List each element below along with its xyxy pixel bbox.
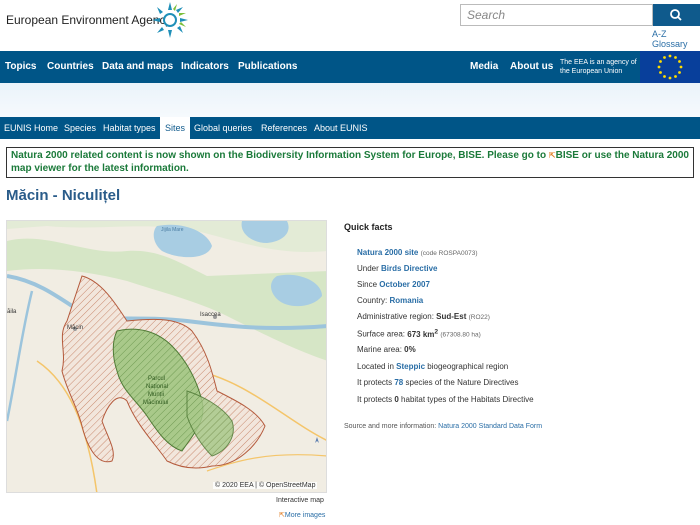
search-icon xyxy=(670,9,682,21)
species-count-link[interactable]: 78 xyxy=(394,378,403,387)
subnav-sites[interactable]: Sites xyxy=(160,117,191,139)
header-band xyxy=(0,83,700,117)
standard-data-form-link[interactable]: Natura 2000 Standard Data Form xyxy=(438,423,542,430)
main-navigation: Topics Countries Data and maps Indicator… xyxy=(0,51,700,83)
subnav-species[interactable]: Species xyxy=(64,117,96,139)
fact-habitats: It protects 0 habitat types of the Habit… xyxy=(357,395,534,404)
map-label-braila: ăila xyxy=(7,309,17,315)
map-caption[interactable]: Interactive map xyxy=(276,497,324,504)
fact-region: Administrative region: Sud-Est (RO22) xyxy=(357,312,490,321)
search-input[interactable]: Search xyxy=(460,4,653,26)
fact-country: Country: Romania xyxy=(357,296,424,305)
nav-about-us[interactable]: About us xyxy=(510,51,553,83)
eunis-navigation: EUNIS Home Species Habitat types Sites G… xyxy=(0,117,700,139)
fact-marine: Marine area: 0% xyxy=(357,345,416,354)
map-canvas[interactable] xyxy=(7,221,327,493)
nav-countries[interactable]: Countries xyxy=(47,51,94,83)
subnav-global-queries[interactable]: Global queries xyxy=(194,117,252,139)
map-label-macin: Măcin xyxy=(67,325,84,331)
fact-surface: Surface area: 673 km2 (67308.80 ha) xyxy=(357,328,481,339)
map-label-lake: Jijila Mare xyxy=(161,227,184,233)
notice-text: Natura 2000 related content is now shown… xyxy=(11,150,549,161)
site-code: (code ROSPA0073) xyxy=(420,250,478,257)
nav-media[interactable]: Media xyxy=(470,51,498,83)
eu-flag-icon xyxy=(640,51,700,83)
since-value: October 2007 xyxy=(379,280,430,289)
nav-topics[interactable]: Topics xyxy=(5,51,36,83)
more-images-link[interactable]: ⇱More images xyxy=(279,511,325,519)
subnav-about-eunis[interactable]: About EUNIS xyxy=(314,117,368,139)
interactive-map[interactable]: ăila Măcin Isaccea Jijila Mare Parcul Na… xyxy=(6,220,327,493)
subnav-eunis-home[interactable]: EUNIS Home xyxy=(4,117,58,139)
fact-site-type: Natura 2000 site (code ROSPA0073) xyxy=(357,248,478,257)
site-header: European Environment Agency Search A-Z G… xyxy=(0,0,700,50)
map-label-isaccea: Isaccea xyxy=(200,312,221,318)
country-link[interactable]: Romania xyxy=(389,296,423,305)
map-label-parcul: Parcul xyxy=(148,376,166,382)
fact-since: Since October 2007 xyxy=(357,280,430,289)
surface-value: 673 km2 xyxy=(407,328,439,339)
map-label-muntii: Munții xyxy=(148,392,165,398)
directive-link[interactable]: Birds Directive xyxy=(381,264,437,273)
eea-logo-icon[interactable] xyxy=(150,0,190,40)
map-label-macinului: Măcinului xyxy=(143,400,169,406)
region-value: Sud-Est xyxy=(436,312,467,321)
fact-biogeo: Located in Steppic biogeographical regio… xyxy=(357,362,509,371)
subnav-references[interactable]: References xyxy=(261,117,307,139)
biogeo-link[interactable]: Steppic xyxy=(396,362,425,371)
map-label-national: Național xyxy=(146,384,169,390)
habitat-count: 0 xyxy=(394,395,399,404)
bise-notice: Natura 2000 related content is now shown… xyxy=(6,147,694,178)
nav-data-and-maps[interactable]: Data and maps xyxy=(102,51,173,83)
quick-facts-title: Quick facts xyxy=(344,222,393,232)
search-button[interactable] xyxy=(653,4,700,26)
nav-indicators[interactable]: Indicators xyxy=(181,51,229,83)
site-type-link[interactable]: Natura 2000 site xyxy=(357,248,418,257)
eu-agency-note: The EEA is an agency of the European Uni… xyxy=(560,59,637,75)
source-info: Source and more information: Natura 2000… xyxy=(344,423,543,430)
subnav-habitat-types[interactable]: Habitat types xyxy=(103,117,156,139)
brand-name[interactable]: European Environment Agency xyxy=(6,13,171,27)
marine-value: 0% xyxy=(404,345,416,354)
fact-directive: Under Birds Directive xyxy=(357,264,438,273)
region-code: (RO22) xyxy=(468,314,490,321)
map-attribution[interactable]: © 2020 EEA | © OpenStreetMap xyxy=(213,482,318,489)
fact-species: It protects 78 species of the Nature Dir… xyxy=(357,378,519,387)
surface-ha: (67308.80 ha) xyxy=(440,331,481,339)
external-link-icon: ⇱ xyxy=(548,151,556,160)
nav-publications[interactable]: Publications xyxy=(238,51,297,83)
page-title: Măcin - Niculițel xyxy=(6,187,121,204)
az-glossary-link[interactable]: A-Z Glossary xyxy=(652,29,700,49)
